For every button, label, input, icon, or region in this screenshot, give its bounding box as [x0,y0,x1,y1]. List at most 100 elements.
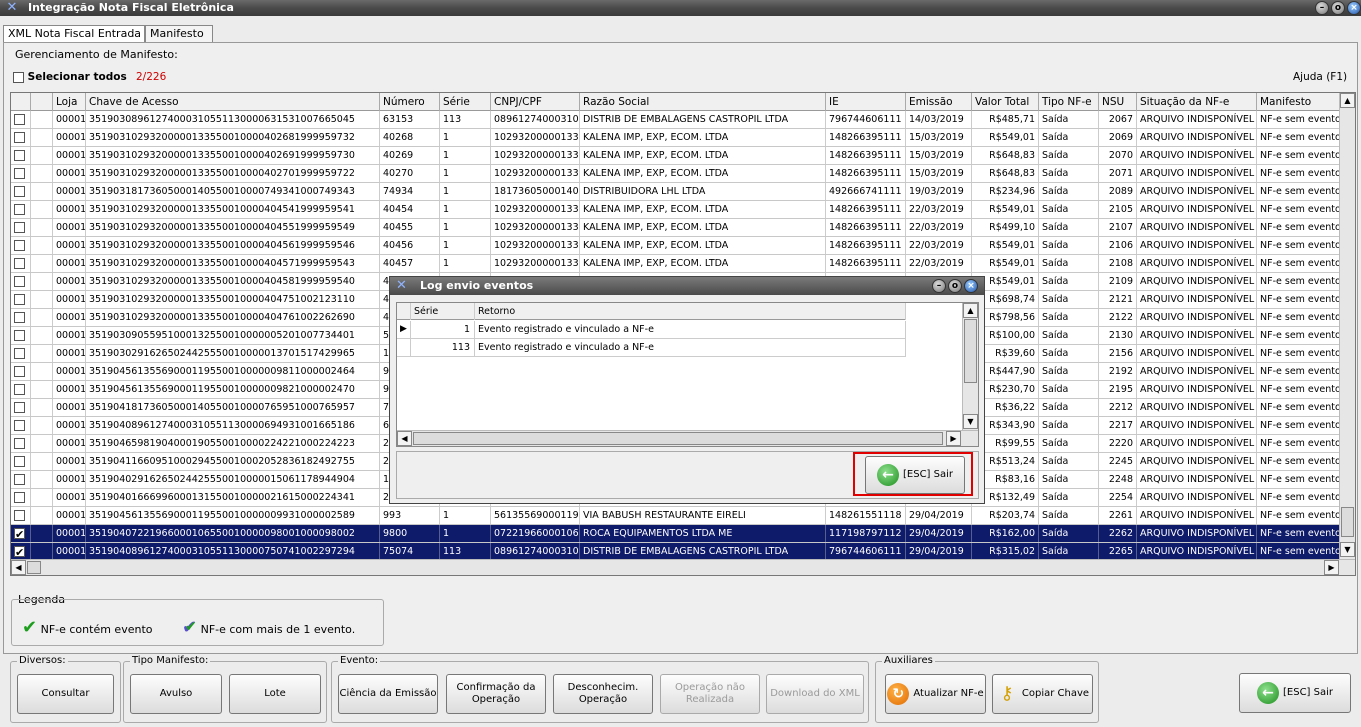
grid-header-manifesto[interactable]: Manifesto [1257,93,1340,111]
row-checkbox[interactable] [14,294,25,305]
grid-header-loja[interactable]: Loja [53,93,86,111]
sair-button[interactable]: ← [ESC] Sair [1239,673,1351,713]
log-scroll-left-icon[interactable]: ◀ [397,431,412,446]
row-checkbox[interactable] [14,168,25,179]
grid-header-chave[interactable]: Chave de Acesso [86,93,380,111]
horizontal-scrollbar[interactable]: ◀ ▶ [11,559,1355,575]
row-checkbox[interactable] [14,186,25,197]
table-row[interactable]: 0000135190407221966000106550010000098001… [11,525,1340,543]
grid-header-valor[interactable]: Valor Total [972,93,1039,111]
cell-numero: 40454 [380,201,440,218]
grid-header-situacao[interactable]: Situação da NF-e [1137,93,1257,111]
cell-loja: 00001 [53,525,86,542]
dialog-close-icon[interactable]: × [964,279,978,293]
log-row[interactable]: 113 Evento registrado e vinculado a NF-e [397,339,906,357]
grid-header-numero[interactable]: Número [380,93,440,111]
help-link[interactable]: Ajuda (F1) [1293,71,1347,83]
table-row[interactable]: 00001 35190310293200000133550010000404551… [11,219,1340,237]
row-checkbox[interactable] [14,276,25,287]
select-all[interactable]: Selecionar todos [13,71,127,85]
log-scroll-down-icon[interactable]: ▼ [963,414,978,429]
log-row[interactable]: ▶ 1 Evento registrado e vinculado a NF-e [397,321,906,339]
row-checkbox[interactable] [14,384,25,395]
row-checkbox[interactable] [14,456,25,467]
restore-icon[interactable]: o [1331,1,1345,15]
grid-header-razao[interactable]: Razão Social [580,93,826,111]
table-row[interactable]: 00001 35190310293200000133550010000404561… [11,237,1340,255]
row-checkbox[interactable] [14,474,25,485]
grid-header-tipo[interactable]: Tipo NF-e [1039,93,1099,111]
scroll-right-icon[interactable]: ▶ [1324,560,1339,575]
log-scroll-right-icon[interactable]: ▶ [946,431,961,446]
desconhecimento-operacao-button[interactable]: Desconhecim. Operação [553,674,653,714]
scroll-down-icon[interactable]: ▼ [1340,542,1355,557]
grid-header-serie[interactable]: Série [440,93,491,111]
cell-ie: 492666741111 [826,183,906,200]
row-checkbox[interactable] [14,114,25,125]
minimize-icon[interactable]: – [1315,1,1329,15]
row-checkbox[interactable] [14,438,25,449]
row-checkbox[interactable] [14,348,25,359]
cell-chave: 3519031029320000013355001000040475100212… [86,291,380,308]
row-indicator-cell [31,363,53,380]
copiar-chave-button[interactable]: ⚷ Copiar Chave [992,674,1093,714]
row-checkbox[interactable] [14,420,25,431]
vertical-scroll-thumb[interactable] [1341,507,1354,537]
table-row[interactable]: 00001 35190310293200000133550010000402681… [11,129,1340,147]
row-checkbox[interactable] [14,258,25,269]
row-checkbox[interactable] [14,150,25,161]
table-row[interactable]: 00001 35190318173605000140550010000749341… [11,183,1340,201]
row-checkbox[interactable] [14,132,25,143]
row-checkbox[interactable] [14,510,25,521]
confirmacao-operacao-button[interactable]: Confirmação da Operação [446,674,546,714]
log-vertical-thumb[interactable] [964,319,977,383]
row-checkbox[interactable] [14,492,25,503]
tab-manifesto[interactable]: Manifesto [145,25,213,42]
row-checkbox[interactable] [14,330,25,341]
table-row[interactable]: 00001 35190310293200000133550010000402701… [11,165,1340,183]
row-checkbox[interactable] [14,222,25,233]
grid-header-emissao[interactable]: Emissão [906,93,972,111]
log-horizontal-scrollbar[interactable]: ◀ ▶ [397,430,978,446]
vertical-scrollbar[interactable]: ▲ ▼ [1339,93,1355,559]
row-checkbox[interactable] [14,526,25,542]
cell-tipo: Saída [1039,183,1099,200]
dialog-restore-icon[interactable]: o [948,279,962,293]
atualizar-label: Atualizar NF-e [913,688,984,699]
select-all-checkbox[interactable] [13,71,24,83]
consultar-button[interactable]: Consultar [17,674,114,714]
table-row[interactable]: 00001 35190310293200000133550010000404541… [11,201,1340,219]
table-row[interactable]: 00001 35190310293200000133550010000404571… [11,255,1340,273]
operacao-nao-realizada-button[interactable]: Operação não Realizada [660,674,760,714]
cell-chave: 3519031029320000013355001000040269199995… [86,147,380,164]
grid-header-nsu[interactable]: NSU [1099,93,1137,111]
log-horizontal-thumb[interactable] [413,432,943,445]
log-vertical-scrollbar[interactable]: ▲ ▼ [962,303,978,430]
scroll-up-icon[interactable]: ▲ [1340,93,1355,108]
row-checkbox[interactable] [14,544,25,560]
grid-header-blank[interactable] [31,93,53,111]
horizontal-scroll-thumb[interactable] [27,561,41,574]
download-xml-button[interactable]: Download do XML [766,674,864,714]
row-checkbox[interactable] [14,204,25,215]
table-row[interactable]: 00001 35190310293200000133550010000402691… [11,147,1340,165]
table-row[interactable]: 00001 35190308961274000310551130000631531… [11,111,1340,129]
dialog-minimize-icon[interactable]: – [932,279,946,293]
ciencia-emissao-button[interactable]: Ciência da Emissão [338,674,438,714]
row-checkbox[interactable] [14,240,25,251]
grid-header-cnpj[interactable]: CNPJ/CPF [491,93,580,111]
avulso-button[interactable]: Avulso [130,674,222,714]
grid-header-cb[interactable] [11,93,31,111]
lote-button[interactable]: Lote [229,674,321,714]
row-indicator-cell [31,291,53,308]
log-scroll-up-icon[interactable]: ▲ [963,303,978,318]
close-icon[interactable]: × [1347,1,1361,15]
grid-header-ie[interactable]: IE [826,93,906,111]
row-checkbox[interactable] [14,366,25,377]
tab-xml-nota-fiscal-entrada[interactable]: XML Nota Fiscal Entrada [3,25,145,43]
row-checkbox[interactable] [14,312,25,323]
row-checkbox[interactable] [14,402,25,413]
atualizar-nfe-button[interactable]: ↻ Atualizar NF-e [885,674,986,714]
scroll-left-icon[interactable]: ◀ [11,560,26,575]
table-row[interactable]: 00001 35190456135569000119550010000009931… [11,507,1340,525]
